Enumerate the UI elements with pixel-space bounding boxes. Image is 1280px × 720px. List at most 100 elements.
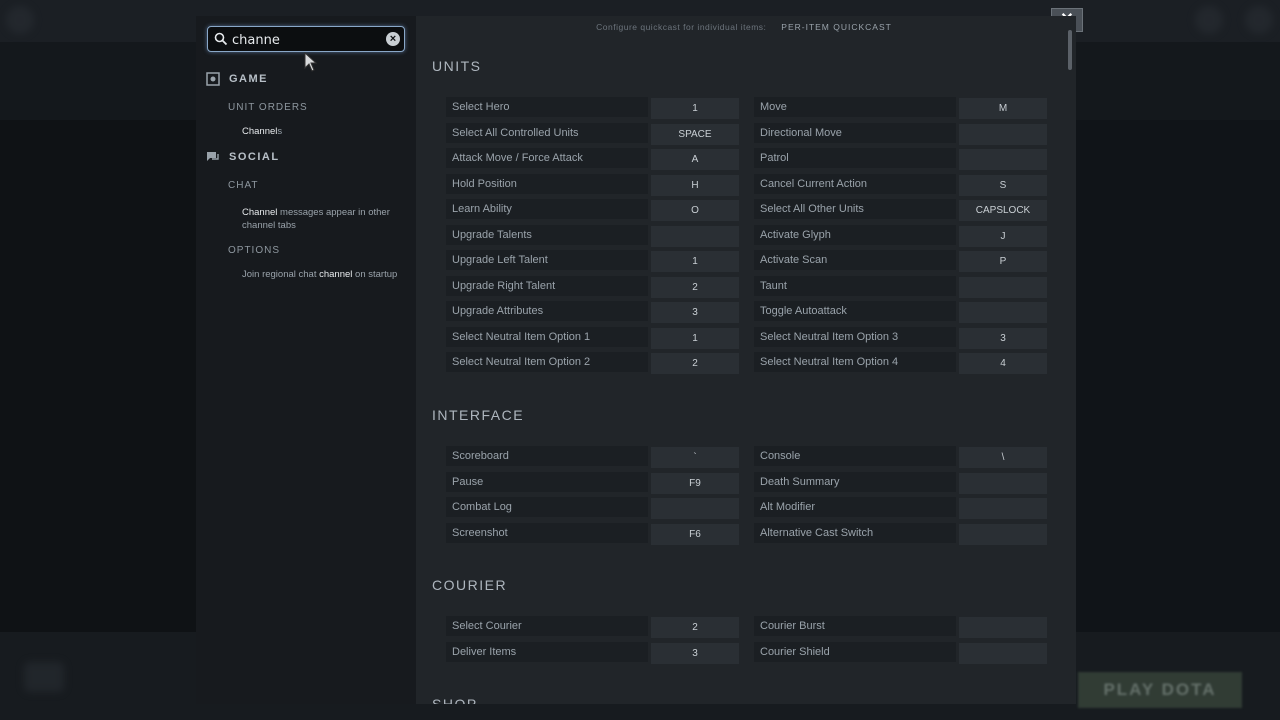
- hotkey-binding-button[interactable]: SPACE: [651, 123, 739, 145]
- hotkey-label: Select All Other Units: [754, 199, 956, 219]
- search-box[interactable]: ×: [207, 26, 405, 52]
- background-icon: [1195, 6, 1223, 34]
- hotkey-binding-button[interactable]: O: [651, 200, 739, 221]
- hotkey-label: Learn Ability: [446, 199, 648, 219]
- play-dota-button: PLAY DOTA: [1078, 672, 1242, 708]
- hotkey-binding-button[interactable]: CAPSLOCK: [959, 200, 1047, 221]
- search-icon: [214, 32, 228, 46]
- hotkeys-content: Configure quickcast for individual items…: [416, 16, 1076, 704]
- result-match-highlight: Channel: [242, 207, 278, 218]
- section-title-shop: SHOP: [432, 696, 478, 704]
- hotkey-label: Upgrade Right Talent: [446, 275, 648, 296]
- hotkeys-dialog: × GAMEUNIT ORDERSChannelsSOCIALCHATChann…: [196, 16, 1076, 704]
- sidebar-category-game[interactable]: GAME: [206, 72, 268, 86]
- hotkey-label: Activate Scan: [754, 250, 956, 270]
- background-icon: [24, 662, 64, 692]
- sidebar-result-item[interactable]: Channels: [242, 125, 410, 138]
- chat-bubble-icon: [206, 150, 220, 164]
- sidebar-result-item[interactable]: Channel messages appear in other channel…: [242, 206, 410, 232]
- hotkey-binding-button[interactable]: 4: [959, 353, 1047, 374]
- hotkey-binding-button[interactable]: [651, 225, 739, 247]
- hotkey-binding-button[interactable]: 2: [651, 353, 739, 374]
- hotkey-label: Pause: [446, 471, 648, 492]
- hotkey-label: Select Neutral Item Option 1: [446, 326, 648, 347]
- hotkey-label: Hold Position: [446, 173, 648, 194]
- background-icon: [6, 6, 34, 34]
- section-title-courier: COURIER: [432, 577, 508, 593]
- result-match-highlight: channel: [319, 269, 353, 280]
- clear-search-icon[interactable]: ×: [386, 32, 400, 46]
- hotkey-binding-button[interactable]: 1: [651, 98, 739, 119]
- sidebar-subcategory[interactable]: CHAT: [228, 180, 258, 191]
- hotkey-binding-button[interactable]: 3: [651, 302, 739, 323]
- hotkey-label: Select All Controlled Units: [446, 122, 648, 143]
- result-text: on startup: [352, 269, 398, 280]
- hotkey-label: Directional Move: [754, 122, 956, 143]
- hotkey-binding-button[interactable]: \: [959, 447, 1047, 468]
- hotkey-binding-button[interactable]: 1: [651, 327, 739, 349]
- hotkey-label: Console: [754, 446, 956, 466]
- hotkey-label: Courier Shield: [754, 641, 956, 662]
- section-title-interface: INTERFACE: [432, 407, 525, 423]
- hotkey-label: Toggle Autoattack: [754, 301, 956, 321]
- sidebar-result-item[interactable]: Join regional chat channel on startup: [242, 268, 410, 281]
- sidebar-subcategory[interactable]: OPTIONS: [228, 245, 280, 256]
- hotkey-binding-button[interactable]: 3: [959, 327, 1047, 349]
- result-text: s: [277, 126, 283, 137]
- hotkey-binding-button[interactable]: [959, 617, 1047, 638]
- hotkey-label: Cancel Current Action: [754, 173, 956, 194]
- hotkey-label: Patrol: [754, 148, 956, 168]
- result-match-highlight: Channel: [242, 126, 278, 137]
- hotkey-binding-button[interactable]: J: [959, 225, 1047, 247]
- hotkey-label: Scoreboard: [446, 446, 648, 466]
- game-settings-icon: [206, 72, 220, 86]
- per-item-quickcast-button[interactable]: PER-ITEM QUICKCAST: [781, 22, 892, 32]
- sidebar-category-social[interactable]: SOCIAL: [206, 150, 280, 164]
- hotkey-label: Attack Move / Force Attack: [446, 148, 648, 168]
- sidebar-subcategory[interactable]: UNIT ORDERS: [228, 102, 308, 113]
- hotkey-binding-button[interactable]: 2: [651, 617, 739, 638]
- background-icon: [1245, 6, 1273, 34]
- hotkey-binding-button[interactable]: [959, 472, 1047, 494]
- hotkey-binding-button[interactable]: [959, 523, 1047, 545]
- hotkey-label: Move: [754, 97, 956, 117]
- hotkey-binding-button[interactable]: [959, 149, 1047, 170]
- hotkey-label: Select Neutral Item Option 2: [446, 352, 648, 372]
- hotkey-label: Activate Glyph: [754, 224, 956, 245]
- hotkey-binding-button[interactable]: A: [651, 149, 739, 170]
- hotkey-binding-button[interactable]: H: [651, 174, 739, 196]
- hotkey-label: Upgrade Talents: [446, 224, 648, 245]
- hotkey-label: Death Summary: [754, 471, 956, 492]
- hotkey-binding-button[interactable]: 3: [651, 642, 739, 664]
- hotkey-binding-button[interactable]: F9: [651, 472, 739, 494]
- hotkey-binding-button[interactable]: [959, 642, 1047, 664]
- hotkey-binding-button[interactable]: F6: [651, 523, 739, 545]
- hotkey-label: Upgrade Left Talent: [446, 250, 648, 270]
- hotkey-binding-button[interactable]: 2: [651, 276, 739, 298]
- hotkey-label: Select Neutral Item Option 3: [754, 326, 956, 347]
- hotkey-binding-button[interactable]: S: [959, 174, 1047, 196]
- hotkey-binding-button[interactable]: [959, 123, 1047, 145]
- sidebar-category-label: GAME: [229, 73, 268, 85]
- hotkey-binding-button[interactable]: [651, 498, 739, 519]
- hotkey-binding-button[interactable]: `: [651, 447, 739, 468]
- hotkey-label: Courier Burst: [754, 616, 956, 636]
- hotkey-binding-button[interactable]: P: [959, 251, 1047, 272]
- search-sidebar: × GAMEUNIT ORDERSChannelsSOCIALCHATChann…: [196, 16, 416, 704]
- hotkey-label: Alt Modifier: [754, 497, 956, 517]
- section-title-units: UNITS: [432, 58, 482, 74]
- hotkey-binding-button[interactable]: M: [959, 98, 1047, 119]
- hotkey-binding-button[interactable]: [959, 276, 1047, 298]
- quickcast-header: Configure quickcast for individual items…: [416, 22, 1072, 32]
- scrollbar[interactable]: [1068, 30, 1072, 70]
- hotkey-binding-button[interactable]: [959, 498, 1047, 519]
- search-input[interactable]: [232, 31, 382, 49]
- hotkey-binding-button[interactable]: 1: [651, 251, 739, 272]
- quickcast-text: Configure quickcast for individual items…: [596, 22, 767, 32]
- hotkey-label: Select Neutral Item Option 4: [754, 352, 956, 372]
- hotkey-label: Screenshot: [446, 522, 648, 543]
- hotkey-binding-button[interactable]: [959, 302, 1047, 323]
- mouse-cursor-icon: [304, 52, 318, 72]
- result-text: Join regional chat: [242, 269, 320, 280]
- hotkey-label: Combat Log: [446, 497, 648, 517]
